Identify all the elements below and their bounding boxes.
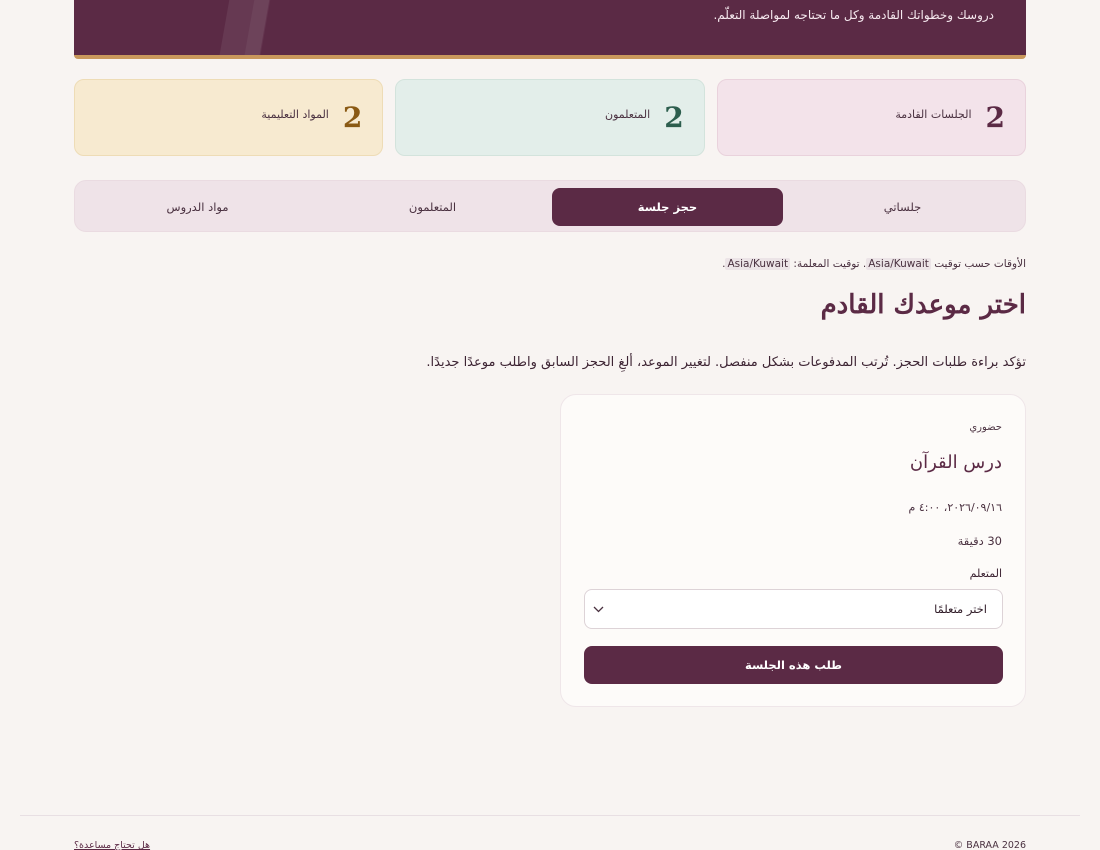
learner-field-label: المتعلم	[969, 567, 1002, 580]
session-mode: حضوري	[969, 422, 1002, 433]
lesson-name: درس القرآن	[909, 452, 1002, 473]
teacher-timezone-value: Asia/Kuwait	[725, 258, 791, 270]
main-tabs: جلساتي حجز جلسة المتعلمون مواد الدروس	[74, 180, 1026, 232]
hero-subtitle: دروسك وخطواتك القادمة وكل ما تحتاجه لموا…	[713, 8, 994, 22]
stat-label: المواد التعليمية	[261, 108, 329, 121]
session-datetime: ٢٠٢٦/٠٩/١٦، ٤:٠٠ م	[908, 501, 1002, 514]
timezone-teacher-prefix: . توقيت المعلمة:	[793, 258, 867, 270]
page-description: تؤكد براءة طلبات الحجز. تُرتب المدفوعات …	[426, 355, 1026, 370]
timezone-note: الأوقات حسب توقيت Asia/Kuwait. توقيت الم…	[722, 258, 1026, 270]
session-card: حضوري درس القرآن ٢٠٢٦/٠٩/١٦، ٤:٠٠ م 30 د…	[560, 394, 1026, 707]
tab-lesson-materials[interactable]: مواد الدروس	[82, 188, 313, 226]
timezone-prefix: الأوقات حسب توقيت	[934, 258, 1026, 270]
help-link[interactable]: هل تحتاج مساعدة؟	[74, 840, 150, 850]
request-session-button[interactable]: طلب هذه الجلسة	[584, 646, 1003, 684]
tab-book-session[interactable]: حجز جلسة	[552, 188, 783, 226]
session-duration: 30 دقيقة	[957, 534, 1002, 548]
stat-label: المتعلمون	[605, 108, 651, 121]
timezone-value: Asia/Kuwait	[866, 258, 931, 270]
stat-card-materials: 2 المواد التعليمية	[74, 79, 384, 156]
footer-divider	[20, 815, 1080, 816]
stat-card-upcoming-sessions: 2 الجلسات القادمة	[716, 79, 1026, 156]
tab-my-sessions[interactable]: جلساتي	[787, 188, 1018, 226]
learner-select[interactable]: اختر متعلمًا	[584, 589, 1003, 629]
learner-select-value: اختر متعلمًا	[934, 602, 987, 616]
stat-value: 2	[985, 101, 1005, 134]
stat-label: الجلسات القادمة	[895, 108, 972, 121]
hero-banner: دروسك وخطواتك القادمة وكل ما تحتاجه لموا…	[74, 0, 1026, 59]
stat-card-learners: 2 المتعلمون	[395, 79, 705, 156]
page-title: اختر موعدك القادم	[820, 290, 1026, 320]
stat-value: 2	[342, 101, 363, 134]
stats-row: 2 الجلسات القادمة 2 المتعلمون 2 المواد ا…	[74, 79, 1026, 156]
tab-learners[interactable]: المتعلمون	[317, 188, 548, 226]
copyright: © BARAA 2026	[953, 840, 1026, 850]
stat-value: 2	[664, 101, 684, 134]
chevron-down-icon	[591, 602, 605, 616]
